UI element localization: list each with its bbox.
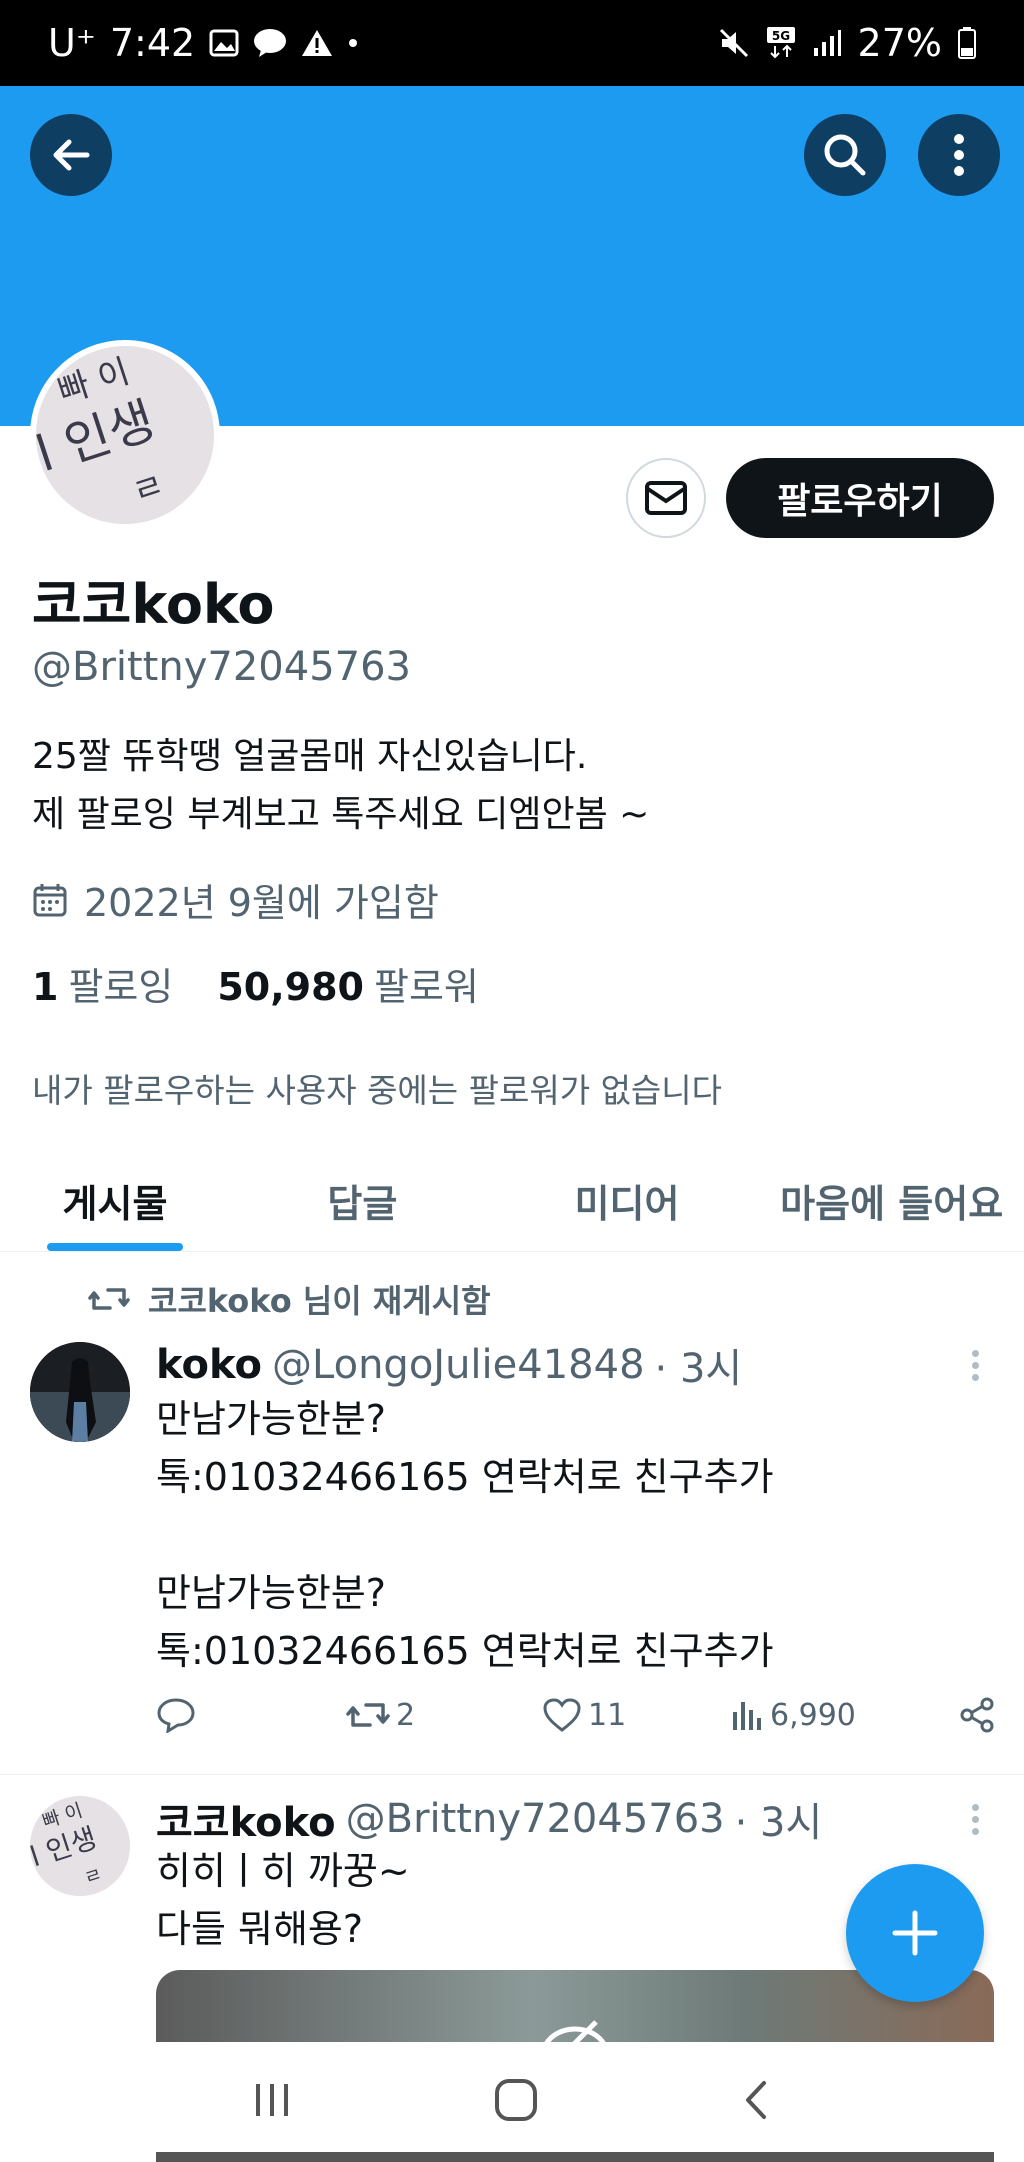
tweet-divider: [0, 1774, 1024, 1775]
compose-post-button[interactable]: [846, 1864, 984, 2002]
tweet-text: 히히ㅣ히 까꿍~ 다들 뭐해용?: [156, 1849, 410, 1951]
tweet-text: 만남가능한분? 톡:01032466165 연락처로 친구추가 만남가능한분? …: [156, 1397, 774, 1673]
tweet-actions: 2 11 6,990: [156, 1696, 996, 1734]
status-bar: U⁺ 7:42 5G 27%: [0, 0, 1024, 86]
followers-label: 팔로워: [373, 965, 479, 1009]
dot-icon: [347, 37, 359, 49]
profile-avatar[interactable]: 빠 이 l 인생 ㄹ: [30, 340, 220, 530]
search-button[interactable]: [804, 114, 886, 196]
arrow-left-icon: [53, 139, 90, 171]
repost-count: 2: [396, 1697, 416, 1733]
5g-icon: 5G: [766, 26, 796, 60]
mail-icon: [645, 481, 687, 515]
tab-replies[interactable]: 답글: [230, 1150, 495, 1251]
signal-icon: [812, 28, 842, 58]
gallery-notification-icon: [209, 29, 239, 57]
tweet-time: · 3시: [654, 1346, 743, 1392]
share-button[interactable]: [958, 1696, 996, 1734]
recent-apps-button[interactable]: [250, 2080, 294, 2124]
repost-icon: [88, 1288, 130, 1310]
avatar[interactable]: [30, 1342, 130, 1442]
system-navigation-bar: [0, 2042, 1024, 2162]
more-options-button[interactable]: [918, 114, 1000, 196]
joined-text: 2022년 9월에 가입함: [84, 881, 439, 925]
joined-date: 2022년 9월에 가입함: [32, 872, 439, 927]
system-back-button[interactable]: [738, 2077, 774, 2127]
bio-line: 25짤 뜌학땡 얼굴몸매 자신있습니다.: [32, 736, 588, 777]
repost-indicator: 코코koko 님이 재게시함: [88, 1276, 491, 1322]
message-button[interactable]: [626, 458, 706, 538]
display-name: 코코koko: [32, 573, 275, 636]
follow-stats: 1 팔로잉 50,980 팔로워: [32, 956, 479, 1011]
following-link[interactable]: 1 팔로잉: [32, 956, 173, 1011]
svg-text:5G: 5G: [771, 29, 789, 43]
carrier-label: U⁺: [48, 21, 96, 65]
search-icon: [824, 134, 866, 176]
battery-icon: [958, 27, 976, 59]
tweet-more-button[interactable]: [962, 1804, 988, 1835]
talk-notification-icon: [253, 28, 287, 58]
tab-posts[interactable]: 게시물: [0, 1150, 230, 1251]
recent-apps-icon: [255, 2084, 288, 2116]
battery-percent: 27%: [857, 21, 942, 65]
home-button[interactable]: [493, 2077, 539, 2127]
home-icon: [494, 2079, 537, 2121]
heart-icon: [543, 1698, 581, 1732]
views-button[interactable]: 6,990: [730, 1698, 926, 1733]
bio-line: 제 팔로잉 부계보고 톡주세요 디엠안봄 ~: [32, 794, 650, 835]
mute-icon: [718, 27, 750, 59]
repost-icon: [346, 1703, 390, 1727]
avatar[interactable]: 빠 이 l 인생 ㄹ: [30, 1796, 130, 1896]
profile-tabs: 게시물 답글 미디어 마음에 들어요: [0, 1150, 1024, 1252]
mutual-followers-note: 내가 팔로우하는 사용자 중에는 팔로워가 없습니다: [32, 1071, 723, 1110]
user-handle: @Brittny72045763: [32, 644, 411, 690]
warning-icon: [301, 28, 333, 58]
back-button[interactable]: [30, 114, 112, 196]
follow-button[interactable]: 팔로우하기: [726, 458, 994, 538]
like-button[interactable]: 11: [542, 1697, 730, 1733]
tweet-author-name[interactable]: 코코koko: [156, 1790, 336, 1848]
tweet-header: koko @LongoJulie41848 · 3시: [156, 1336, 742, 1394]
more-vertical-icon: [954, 134, 964, 176]
calendar-icon: [33, 883, 67, 916]
following-label: 팔로잉: [68, 965, 174, 1009]
chevron-left-icon: [746, 2081, 767, 2119]
clock: 7:42: [109, 21, 196, 65]
views-icon: [733, 1702, 761, 1730]
repost-button[interactable]: 2: [346, 1698, 542, 1733]
profile-bio: 25짤 뜌학땡 얼굴몸매 자신있습니다. 제 팔로잉 부계보고 톡주세요 디엠안…: [32, 728, 649, 844]
tweet-more-button[interactable]: [962, 1350, 988, 1381]
tweet-author-name[interactable]: koko: [156, 1342, 262, 1388]
tab-likes[interactable]: 마음에 들어요: [759, 1150, 1024, 1251]
followers-count: 50,980: [217, 965, 364, 1009]
tweet-author-handle[interactable]: @Brittny72045763: [346, 1796, 725, 1842]
plus-icon: [892, 1910, 938, 1956]
repost-label: 코코koko 님이 재게시함: [148, 1282, 491, 1320]
reply-icon: [157, 1698, 195, 1733]
following-count: 1: [32, 965, 59, 1009]
tab-media[interactable]: 미디어: [495, 1150, 760, 1251]
like-count: 11: [588, 1697, 627, 1733]
tweet-author-handle[interactable]: @LongoJulie41848: [272, 1342, 645, 1388]
tweet-header: 코코koko @Brittny72045763 · 3시: [156, 1790, 822, 1848]
share-icon: [960, 1697, 994, 1733]
media-continuation: [156, 2152, 994, 2162]
reply-button[interactable]: [156, 1697, 346, 1733]
view-count: 6,990: [770, 1697, 856, 1733]
followers-link[interactable]: 50,980 팔로워: [217, 956, 479, 1011]
tweet-time: · 3시: [734, 1800, 823, 1846]
